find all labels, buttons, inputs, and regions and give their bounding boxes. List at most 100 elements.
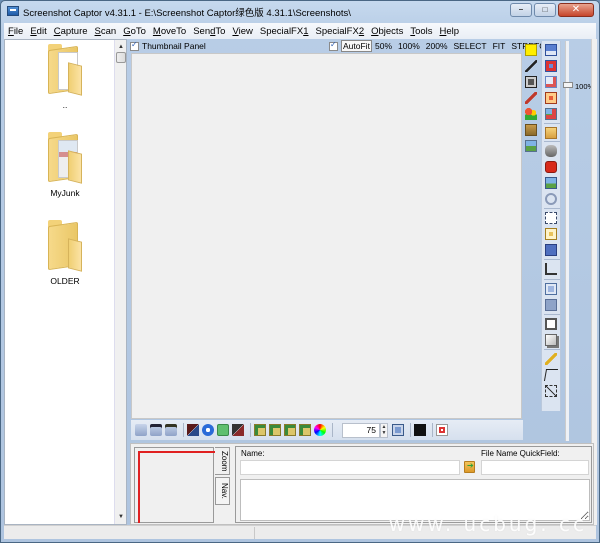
menu-specialfx1[interactable]: SpecialFX1 [260, 26, 309, 37]
menu-capture[interactable]: Capture [54, 26, 88, 37]
file-browser-panel: ▲ ▼ .. MyJunk OLDER [4, 39, 127, 525]
parent-folder-icon [46, 44, 84, 96]
thumb-2-icon[interactable] [269, 424, 281, 436]
folder-item[interactable]: .. [25, 44, 105, 110]
image-canvas[interactable] [131, 53, 522, 419]
file-browser-scrollbar[interactable]: ▲ ▼ [114, 40, 126, 524]
pointer-icon[interactable] [543, 369, 559, 381]
menu-tools[interactable]: Tools [410, 26, 432, 37]
brush-icon[interactable] [525, 92, 537, 104]
maximize-icon: □ [542, 5, 548, 14]
tab-zoom[interactable]: Zoom [215, 447, 230, 475]
name-input[interactable] [240, 460, 460, 475]
color-swatch-icon[interactable] [525, 44, 537, 56]
name-label: Name: [241, 449, 265, 458]
zoom-link-100pct[interactable]: 100% [398, 41, 420, 51]
frame-dark-icon[interactable] [545, 299, 557, 311]
screen-capture-icon[interactable] [545, 177, 557, 189]
close-button[interactable]: ✕ [558, 3, 594, 17]
status-separator [254, 527, 255, 539]
minimize-icon: – [518, 5, 524, 14]
scanner-text-icon[interactable] [150, 424, 162, 436]
shapes-icon[interactable] [525, 108, 537, 120]
menu-view[interactable]: View [232, 26, 252, 37]
zoom-slider-thumb[interactable] [563, 82, 573, 88]
pdf-icon[interactable] [436, 424, 448, 436]
rotate-icon[interactable] [202, 424, 214, 436]
magic-wand-icon[interactable] [545, 353, 557, 365]
resize-icon[interactable] [545, 228, 557, 240]
save-icon[interactable] [545, 44, 557, 56]
zoom-link-50pct[interactable]: 50% [375, 41, 392, 51]
title-bar: Screenshot Captor v4.31.1 - E:\Screensho… [1, 1, 599, 23]
frame-icon[interactable] [545, 283, 557, 295]
navigator-preview[interactable] [134, 447, 216, 523]
minimize-button[interactable]: – [510, 3, 532, 17]
crop-icon[interactable] [545, 263, 557, 275]
flip-icon[interactable] [187, 424, 199, 436]
menu-help[interactable]: Help [440, 26, 460, 37]
menu-goto[interactable]: GoTo [123, 26, 146, 37]
move-image-icon[interactable] [545, 127, 557, 139]
crop-image-icon[interactable] [545, 108, 557, 120]
menu-scan[interactable]: Scan [95, 26, 117, 37]
scroll-up-arrow-icon[interactable]: ▲ [115, 42, 127, 52]
zoom-link-200pct[interactable]: 200% [426, 41, 448, 51]
menu-specialfx2[interactable]: SpecialFX2 [316, 26, 365, 37]
quality-spinner[interactable]: ▲ ▼ [380, 422, 388, 438]
menu-edit[interactable]: Edit [30, 26, 46, 37]
rename-go-icon[interactable] [464, 461, 475, 473]
scanner-ocr-icon[interactable] [165, 424, 177, 436]
toolbar-separator [544, 141, 560, 142]
edit-icon[interactable] [545, 76, 557, 88]
viewer-header: Thumbnail Panel AutoFit 50% 100% 200% SELEC… [130, 39, 551, 53]
jpeg-quality-input[interactable]: 75 [342, 422, 380, 438]
shadow-image-icon[interactable] [545, 244, 557, 256]
thumb-1-icon[interactable] [254, 424, 266, 436]
shadow-box-icon[interactable] [545, 334, 557, 346]
pen-arrow-icon[interactable] [525, 60, 537, 72]
folder-item[interactable]: OLDER [25, 220, 105, 286]
text-icon[interactable] [545, 92, 557, 104]
border-icon[interactable] [545, 318, 557, 330]
thumb-3-icon[interactable] [284, 424, 296, 436]
landscape-image-icon[interactable] [525, 140, 537, 152]
menu-file[interactable]: File [8, 26, 23, 37]
thumb-4-icon[interactable] [299, 424, 311, 436]
link-icon[interactable] [545, 193, 557, 205]
delete-icon[interactable] [545, 60, 557, 72]
jpeg-icon[interactable] [392, 424, 404, 436]
drawing-toolbar [523, 41, 539, 152]
navigator-viewport[interactable] [138, 451, 216, 523]
tab-nav[interactable]: Nav. [215, 477, 230, 505]
print-icon[interactable] [545, 145, 557, 157]
zoom-slider[interactable] [565, 41, 569, 441]
menu-sendto[interactable]: SendTo [193, 26, 225, 37]
spin-down-icon[interactable]: ▼ [381, 430, 387, 437]
scroll-thumb[interactable] [116, 52, 126, 63]
thumbnail-panel-checkbox[interactable] [130, 40, 139, 51]
maximize-button[interactable]: □ [534, 3, 556, 17]
mirror-icon[interactable] [232, 424, 244, 436]
autofit-checkbox[interactable] [329, 40, 338, 51]
menu-moveto[interactable]: MoveTo [153, 26, 186, 37]
lock-image-icon[interactable] [525, 76, 537, 88]
toolbar-separator [544, 349, 560, 350]
autofit-label[interactable]: AutoFit [341, 40, 372, 52]
select-all-icon[interactable] [545, 385, 557, 397]
zoom-link-fit[interactable]: FIT [493, 41, 506, 51]
cursor-icon[interactable] [414, 424, 426, 436]
toolbox-icon[interactable] [545, 161, 557, 173]
quickfield-input[interactable] [481, 460, 589, 475]
toolbar-separator [432, 423, 433, 437]
menu-objects[interactable]: Objects [371, 26, 403, 37]
select-region-icon[interactable] [545, 212, 557, 224]
folder-item[interactable]: MyJunk [25, 132, 105, 198]
zoom-link-select[interactable]: SELECT [454, 41, 487, 51]
toolbar-separator [544, 208, 560, 209]
green-square-icon[interactable] [217, 424, 229, 436]
scanner-icon[interactable] [135, 424, 147, 436]
image-stack-icon[interactable] [525, 124, 537, 136]
color-wheel-icon[interactable] [314, 424, 326, 436]
scroll-down-arrow-icon[interactable]: ▼ [115, 512, 127, 522]
